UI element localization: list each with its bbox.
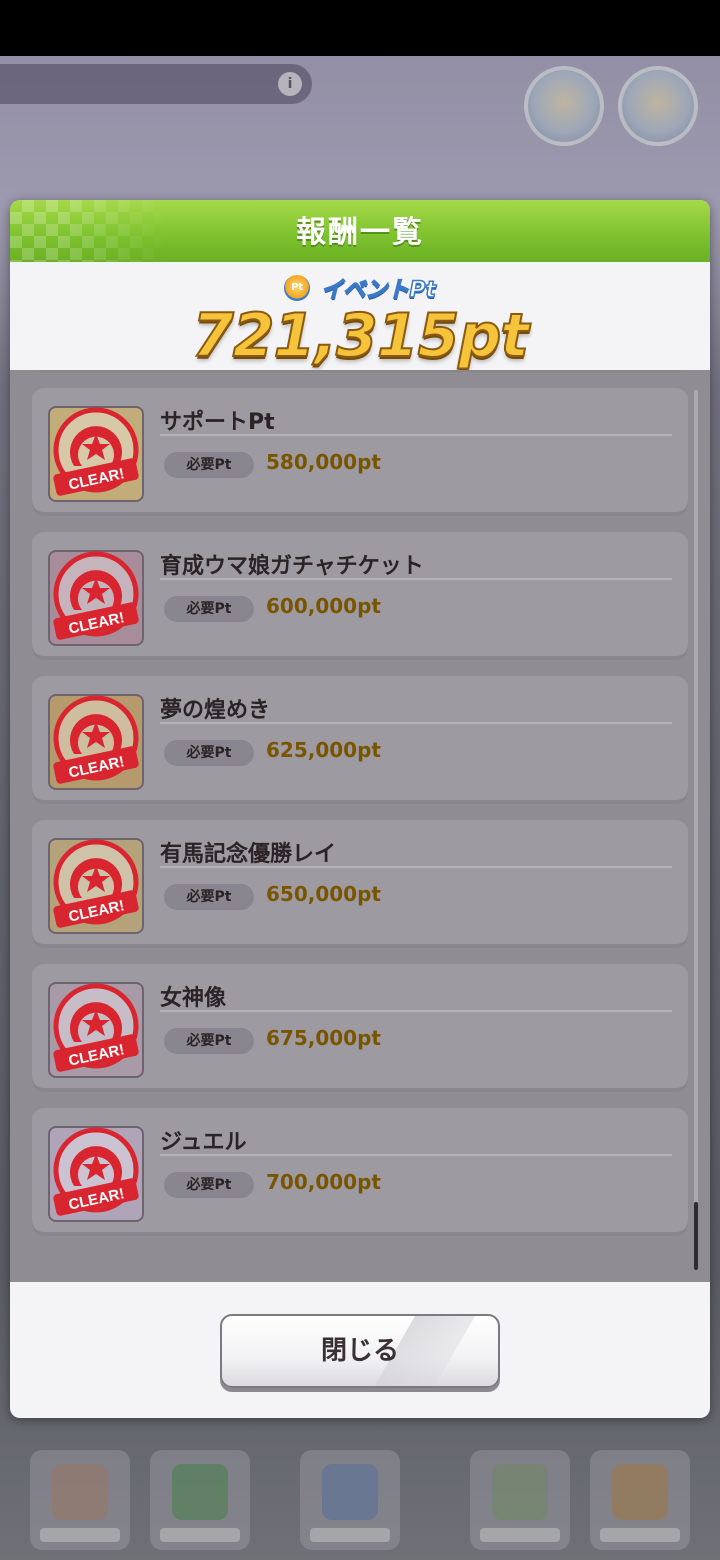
- reward-name: 女神像: [160, 986, 227, 1011]
- scrollbar-track[interactable]: [694, 390, 698, 1270]
- required-pt-badge: 必要Pt: [164, 596, 254, 622]
- dialog-header: 報酬一覧: [10, 200, 710, 262]
- reward-card: CLEAR! ジュエル 必要Pt 700,000pt: [32, 1108, 688, 1236]
- scrollbar-thumb[interactable]: [694, 1202, 698, 1270]
- reward-card: CLEAR! 夢の煌めき 必要Pt 625,000pt: [32, 676, 688, 804]
- clear-stamp-icon: CLEAR!: [53, 983, 139, 1072]
- close-button[interactable]: 閉じる: [220, 1314, 500, 1388]
- required-pt-badge: 必要Pt: [164, 452, 254, 478]
- reward-list-dialog: 報酬一覧 イベントPt 721,315pt CLEAR! 必要Pt CLEAR!…: [10, 200, 710, 1418]
- required-pt-badge: 必要Pt: [164, 884, 254, 910]
- close-button-label: 閉じる: [320, 1336, 399, 1366]
- required-pt-value: 700,000pt: [266, 1170, 381, 1194]
- reward-name: 有馬記念優勝レイ: [160, 842, 337, 867]
- reward-card: CLEAR! 女神像 必要Pt 675,000pt: [32, 964, 688, 1092]
- clear-stamp-icon: CLEAR!: [53, 1127, 139, 1216]
- reward-divider: [160, 866, 672, 868]
- reward-name: 夢の煌めき: [160, 698, 271, 723]
- reward-card: CLEAR! 育成ウマ娘ガチャチケット 必要Pt 600,000pt: [32, 532, 688, 660]
- points-value: 721,315pt: [191, 300, 530, 372]
- reward-divider: [160, 1154, 672, 1156]
- required-pt-value: 675,000pt: [266, 1026, 381, 1050]
- reward-card: CLEAR! 必要Pt: [32, 370, 688, 372]
- required-pt-badge: 必要Pt: [164, 740, 254, 766]
- reward-name: サポートPt: [160, 410, 275, 435]
- pt-coin-icon: [284, 275, 311, 301]
- reward-name: 育成ウマ娘ガチャチケット: [160, 554, 424, 579]
- clear-stamp-icon: CLEAR!: [53, 407, 139, 496]
- clear-stamp-icon: CLEAR!: [53, 695, 139, 784]
- clear-stamp-icon: CLEAR!: [53, 551, 139, 640]
- reward-card: CLEAR! 有馬記念優勝レイ 必要Pt 650,000pt: [32, 820, 688, 948]
- required-pt-badge: 必要Pt: [164, 1172, 254, 1198]
- dialog-title: 報酬一覧: [296, 215, 424, 250]
- reward-divider: [160, 722, 672, 724]
- reward-divider: [160, 578, 672, 580]
- required-pt-value: 650,000pt: [266, 882, 381, 906]
- reward-card: CLEAR! サポートPt 必要Pt 580,000pt: [32, 388, 688, 516]
- reward-divider: [160, 434, 672, 436]
- clear-stamp-icon: CLEAR!: [53, 839, 139, 928]
- reward-divider: [160, 1010, 672, 1012]
- reward-list[interactable]: CLEAR! 必要Pt CLEAR! サポートPt 必要Pt 580,000pt…: [10, 370, 710, 1282]
- required-pt-value: 625,000pt: [266, 738, 381, 762]
- reward-name: ジュエル: [160, 1130, 247, 1155]
- required-pt-value: 600,000pt: [266, 594, 381, 618]
- required-pt-badge: 必要Pt: [164, 1028, 254, 1054]
- required-pt-value: 580,000pt: [266, 450, 381, 474]
- status-bar: [0, 0, 720, 56]
